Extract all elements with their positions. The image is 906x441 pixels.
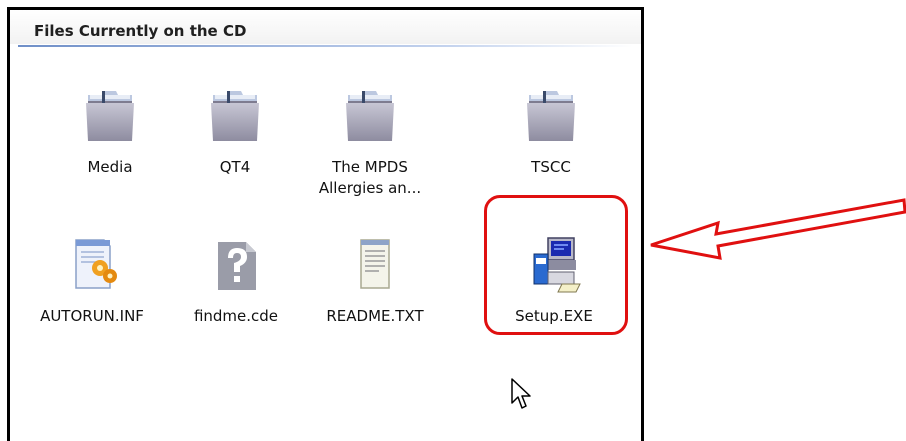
file-label: README.TXT	[326, 307, 424, 325]
file-label: The MPDS Allergies an...	[318, 158, 422, 197]
file-label: findme.cde	[193, 307, 279, 325]
folder-icon	[346, 91, 394, 141]
mouse-pointer-icon	[511, 378, 531, 409]
header-title: Files Currently on the CD	[34, 22, 247, 40]
unknown-file-icon	[218, 242, 256, 290]
file-label: AUTORUN.INF	[40, 307, 144, 325]
file-label: TSCC	[531, 158, 571, 176]
setup-highlight-box	[484, 195, 628, 335]
file-label: QT4	[219, 158, 251, 176]
inf-setup-file-icon	[75, 239, 117, 289]
folder-icon	[211, 91, 259, 141]
folder-icon	[86, 91, 134, 141]
text-file-icon	[360, 239, 390, 289]
screenshot-stage: Files Currently on the CD Media QT4 The …	[0, 0, 906, 441]
file-label: Media	[87, 158, 133, 176]
header-divider	[18, 45, 633, 47]
header-bar: Files Currently on the CD	[10, 10, 641, 44]
folder-icon	[527, 91, 575, 141]
